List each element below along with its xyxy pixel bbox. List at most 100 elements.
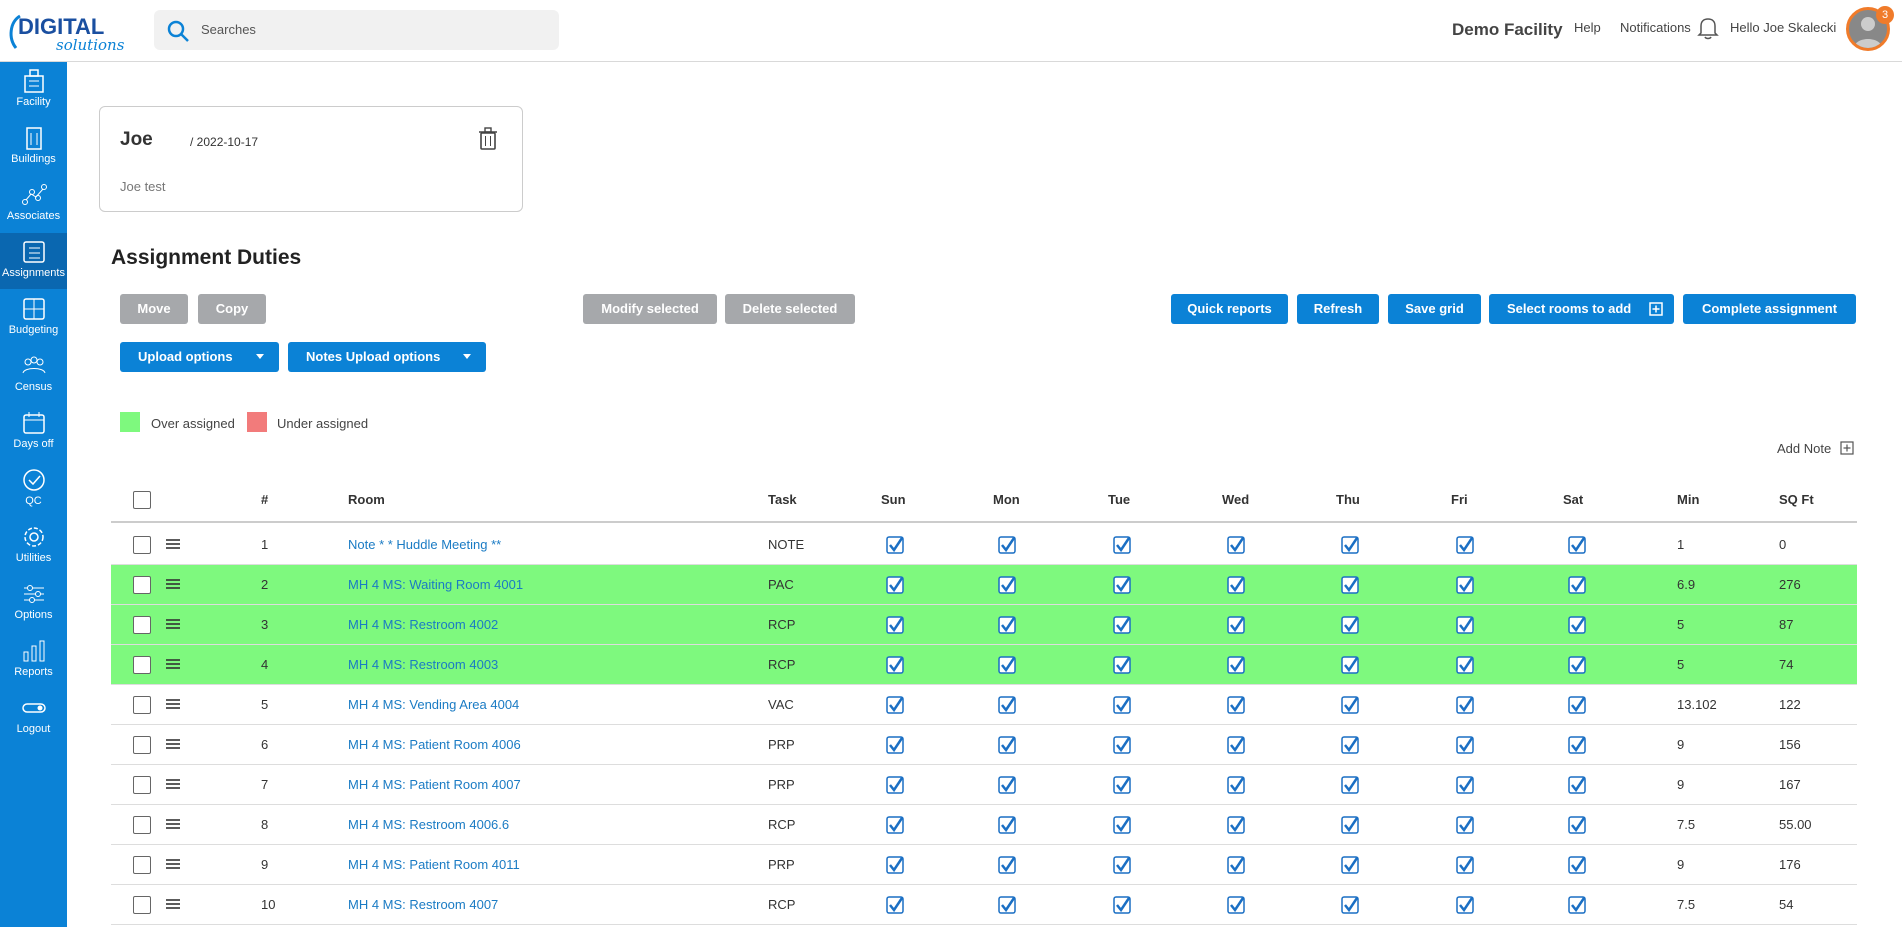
sidebar-item-budgeting[interactable]: Budgeting [0, 290, 67, 346]
row-checkbox[interactable] [133, 696, 151, 714]
facility-name[interactable]: Demo Facility [1452, 20, 1563, 40]
row-checkbox[interactable] [133, 736, 151, 754]
room-link[interactable]: MH 4 MS: Patient Room 4006 [348, 737, 521, 752]
day-checkbox[interactable] [1341, 576, 1359, 597]
search-input[interactable]: Searches [201, 22, 256, 37]
upload-options-dropdown[interactable]: Upload options [120, 342, 279, 372]
day-checkbox[interactable] [998, 616, 1016, 637]
day-checkbox[interactable] [886, 656, 904, 677]
room-link[interactable]: Note * * Huddle Meeting ** [348, 537, 501, 552]
day-checkbox[interactable] [1456, 536, 1474, 557]
drag-handle-icon[interactable] [166, 537, 180, 554]
day-checkbox[interactable] [1456, 576, 1474, 597]
day-checkbox[interactable] [1113, 856, 1131, 877]
day-checkbox[interactable] [1227, 616, 1245, 637]
day-checkbox[interactable] [886, 776, 904, 797]
day-checkbox[interactable] [1568, 736, 1586, 757]
day-checkbox[interactable] [1341, 536, 1359, 557]
day-checkbox[interactable] [886, 536, 904, 557]
day-checkbox[interactable] [1341, 856, 1359, 877]
day-checkbox[interactable] [886, 736, 904, 757]
table-row[interactable]: 10 MH 4 MS: Restroom 4007 RCP 7.5 54 [111, 885, 1857, 925]
day-checkbox[interactable] [1456, 776, 1474, 797]
day-checkbox[interactable] [1568, 616, 1586, 637]
day-checkbox[interactable] [1227, 736, 1245, 757]
drag-handle-icon[interactable] [166, 817, 180, 834]
select-all-checkbox[interactable] [133, 491, 151, 509]
day-checkbox[interactable] [1113, 616, 1131, 637]
day-checkbox[interactable] [1113, 696, 1131, 717]
day-checkbox[interactable] [1456, 856, 1474, 877]
day-checkbox[interactable] [1456, 616, 1474, 637]
drag-handle-icon[interactable] [166, 657, 180, 674]
day-checkbox[interactable] [1113, 816, 1131, 837]
day-checkbox[interactable] [1568, 856, 1586, 877]
table-row[interactable]: 7 MH 4 MS: Patient Room 4007 PRP 9 167 [111, 765, 1857, 805]
select-rooms-button[interactable]: Select rooms to add [1489, 294, 1674, 324]
day-checkbox[interactable] [886, 696, 904, 717]
user-greeting[interactable]: Hello Joe Skalecki [1730, 20, 1836, 35]
drag-handle-icon[interactable] [166, 577, 180, 594]
room-link[interactable]: MH 4 MS: Restroom 4003 [348, 657, 498, 672]
day-checkbox[interactable] [1568, 656, 1586, 677]
day-checkbox[interactable] [1341, 776, 1359, 797]
sidebar-item-options[interactable]: Options [0, 575, 67, 631]
table-row[interactable]: 6 MH 4 MS: Patient Room 4006 PRP 9 156 [111, 725, 1857, 765]
drag-handle-icon[interactable] [166, 777, 180, 794]
day-checkbox[interactable] [1227, 656, 1245, 677]
day-checkbox[interactable] [1568, 816, 1586, 837]
day-checkbox[interactable] [998, 696, 1016, 717]
room-link[interactable]: MH 4 MS: Patient Room 4011 [348, 857, 520, 872]
day-checkbox[interactable] [1227, 816, 1245, 837]
day-checkbox[interactable] [1113, 656, 1131, 677]
trash-icon[interactable] [478, 127, 498, 151]
sidebar-item-census[interactable]: Census [0, 347, 67, 403]
sidebar-item-days-off[interactable]: Days off [0, 404, 67, 460]
day-checkbox[interactable] [1113, 536, 1131, 557]
day-checkbox[interactable] [998, 856, 1016, 877]
notes-upload-options-dropdown[interactable]: Notes Upload options [288, 342, 486, 372]
day-checkbox[interactable] [1456, 816, 1474, 837]
day-checkbox[interactable] [1341, 616, 1359, 637]
day-checkbox[interactable] [1456, 696, 1474, 717]
complete-assignment-button[interactable]: Complete assignment [1683, 294, 1856, 324]
room-link[interactable]: MH 4 MS: Restroom 4007 [348, 897, 498, 912]
room-link[interactable]: MH 4 MS: Waiting Room 4001 [348, 577, 523, 592]
table-row[interactable]: 4 MH 4 MS: Restroom 4003 RCP 5 74 [111, 645, 1857, 685]
day-checkbox[interactable] [1341, 656, 1359, 677]
day-checkbox[interactable] [998, 816, 1016, 837]
day-checkbox[interactable] [886, 896, 904, 917]
digital-solutions-logo[interactable]: DIGITAL solutions [6, 8, 136, 54]
room-link[interactable]: MH 4 MS: Vending Area 4004 [348, 697, 519, 712]
table-row[interactable]: 8 MH 4 MS: Restroom 4006.6 RCP 7.5 55.00 [111, 805, 1857, 845]
day-checkbox[interactable] [1227, 576, 1245, 597]
sidebar-item-facility[interactable]: Facility [0, 62, 67, 118]
col-header-sqft[interactable]: SQ Ft [1779, 492, 1814, 507]
day-checkbox[interactable] [1227, 536, 1245, 557]
day-checkbox[interactable] [1113, 896, 1131, 917]
day-checkbox[interactable] [998, 736, 1016, 757]
modify-selected-button[interactable]: Modify selected [583, 294, 717, 324]
day-checkbox[interactable] [1227, 896, 1245, 917]
day-checkbox[interactable] [1341, 736, 1359, 757]
day-checkbox[interactable] [1227, 696, 1245, 717]
day-checkbox[interactable] [1568, 896, 1586, 917]
table-row[interactable]: 1 Note * * Huddle Meeting ** NOTE 1 0 [111, 525, 1857, 565]
day-checkbox[interactable] [998, 536, 1016, 557]
drag-handle-icon[interactable] [166, 857, 180, 874]
help-link[interactable]: Help [1574, 20, 1601, 35]
drag-handle-icon[interactable] [166, 897, 180, 914]
table-row[interactable]: 5 MH 4 MS: Vending Area 4004 VAC 13.102 122 [111, 685, 1857, 725]
day-checkbox[interactable] [998, 776, 1016, 797]
sidebar-item-assignments[interactable]: Assignments [0, 233, 67, 289]
sidebar-item-buildings[interactable]: Buildings [0, 119, 67, 175]
bell-icon[interactable] [1697, 16, 1719, 40]
day-checkbox[interactable] [886, 856, 904, 877]
quick-reports-button[interactable]: Quick reports [1171, 294, 1288, 324]
row-checkbox[interactable] [133, 576, 151, 594]
day-checkbox[interactable] [1113, 576, 1131, 597]
drag-handle-icon[interactable] [166, 737, 180, 754]
col-header-room[interactable]: Room [348, 492, 385, 507]
drag-handle-icon[interactable] [166, 617, 180, 634]
day-checkbox[interactable] [1568, 536, 1586, 557]
